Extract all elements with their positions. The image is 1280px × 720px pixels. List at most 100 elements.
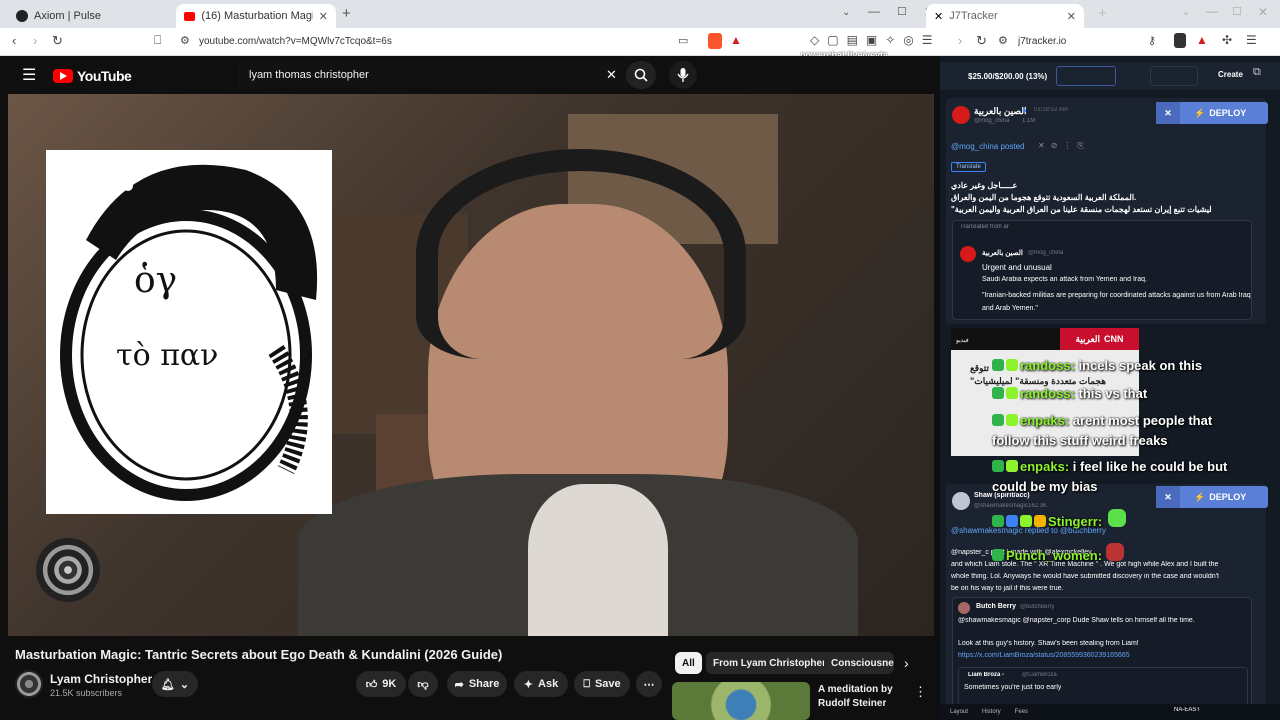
post-action-icons[interactable]: ✕⊘⋮⎘ (1038, 141, 1090, 151)
chevron-right-icon[interactable]: › (904, 655, 909, 671)
more-actions-button[interactable]: ⋯ (636, 671, 662, 697)
filter-chip-all[interactable]: All (675, 652, 702, 674)
chat-username: enpaks: (1020, 413, 1070, 428)
chat-badge-icon (1006, 515, 1018, 527)
rewards-icon[interactable]: ▲ (1196, 33, 1208, 47)
posted-label[interactable]: @mog_china posted (951, 142, 1025, 151)
clear-search-icon[interactable]: ✕ (606, 67, 617, 83)
bookmark-icon[interactable]: ⎕ (154, 33, 161, 48)
chip-label: From Lyam Christopher (713, 657, 826, 669)
arabic-line-3: "ميليشيات تتبع إيران تستعد لهجمات منسقة … (951, 205, 1211, 214)
quote-link[interactable]: https://x.com/LiamBroza/status/208559936… (958, 652, 1248, 659)
bookmark-icon: ⎕ (583, 677, 590, 690)
minimize-icon[interactable]: — (1206, 4, 1218, 18)
chat-username: randoss: (1020, 358, 1075, 373)
settings-toggle[interactable] (1150, 66, 1198, 86)
channel-avatar[interactable] (15, 670, 43, 698)
fees-button[interactable]: Fees (1015, 709, 1028, 715)
forward-icon[interactable]: › (33, 33, 37, 48)
extension-icons[interactable]: ◇▢▤▣✧◎☰ (810, 33, 941, 47)
translated-handle: @mog_china (1028, 250, 1064, 256)
share-button[interactable]: ➦ Share (447, 671, 507, 697)
forward-icon[interactable]: › (958, 33, 962, 48)
close-icon[interactable]: ✕ (1156, 102, 1180, 124)
channel-watermark-icon[interactable] (36, 538, 100, 602)
new-tab-icon[interactable]: + (1098, 5, 1107, 22)
dislike-button[interactable]: 👎︎ (408, 671, 438, 697)
maximize-icon[interactable]: ☐ (897, 5, 907, 18)
brave-shield-icon[interactable] (708, 33, 722, 49)
new-tab-icon[interactable]: + (342, 5, 351, 22)
search-box[interactable]: lyam thomas christopher ✕ (238, 62, 628, 88)
post-handle: @mog_china (974, 118, 1010, 124)
maximize-icon[interactable]: ☐ (1232, 5, 1242, 18)
reload-icon[interactable]: ↻ (976, 33, 987, 49)
menu-icon[interactable]: ☰ (1246, 33, 1257, 47)
tab-j7tracker[interactable]: ✕ J7Tracker ✕ (926, 4, 1084, 28)
hamburger-menu-icon[interactable]: ☰ (22, 65, 36, 85)
address-bar[interactable]: youtube.com/watch?v=MQWlv7cTcqo&t=6s (199, 36, 392, 47)
tab-axiom[interactable]: Axiom | Pulse (8, 4, 176, 28)
search-input[interactable]: lyam thomas christopher (249, 69, 369, 81)
shield-icon[interactable] (1174, 33, 1186, 48)
recommended-title-line2[interactable]: Rudolf Steiner (818, 698, 886, 709)
channel-name[interactable]: Lyam Christopher (50, 672, 152, 686)
right-toolbar: ◇▢▤▣✧◎☰ › ↻ ⚙ j7tracker.io ⚷ ▲ ✣ ☰ (810, 28, 1280, 56)
rewards-icon[interactable]: ▲ (730, 33, 742, 47)
filter-chip-consciousness[interactable]: Consciousne (824, 652, 894, 674)
tab-close-icon[interactable]: ✕ (1067, 10, 1076, 23)
notification-bell-button[interactable]: 🔔︎ ⌄ (152, 671, 198, 697)
extensions-icon[interactable]: ✣ (1222, 33, 1232, 47)
ask-button[interactable]: ✦ Ask (514, 671, 568, 697)
video-player[interactable]: ὁγ τὸ παν (8, 94, 934, 636)
translated-label: Translated from ar (960, 224, 1009, 230)
tab-search-icon[interactable]: ⌄ (1182, 7, 1190, 18)
site-info-icon[interactable]: ⚙ (180, 34, 190, 47)
cast-icon[interactable]: ▭ (678, 34, 688, 47)
deploy-button[interactable]: ✕ ⚡ DEPLOY (1156, 102, 1268, 124)
voice-search-button[interactable] (669, 61, 697, 89)
search-button[interactable] (626, 61, 656, 89)
back-icon[interactable]: ‹ (12, 33, 16, 48)
stack-icon[interactable]: ⧉ (1253, 66, 1261, 79)
arabic-line-1: عـــــاجل وغير عادي (951, 181, 1018, 190)
address-bar[interactable]: j7tracker.io (1018, 36, 1066, 47)
tab-close-icon[interactable]: ✕ (319, 10, 328, 23)
reload-icon[interactable]: ↻ (52, 33, 63, 49)
media-video-label: فيديو (956, 338, 969, 344)
recommended-thumbnail[interactable] (672, 682, 810, 720)
translated-line-2: Saudi Arabia expects an attack from Yeme… (982, 276, 1147, 283)
tab-search-icon[interactable]: ⌄ (842, 7, 850, 18)
minimize-icon[interactable]: — (868, 4, 880, 18)
post-author[interactable]: الصين بالعربية (974, 106, 1026, 117)
author-avatar[interactable] (952, 106, 970, 124)
translated-author: الصين بالعربية (982, 250, 1023, 257)
chat-message: enpaks: i feel like he could be but (992, 459, 1227, 474)
author-avatar[interactable] (952, 492, 970, 510)
history-button[interactable]: History (982, 709, 1001, 715)
tab-youtube[interactable]: (16) Masturbation Magic: Tan ✕ (176, 4, 336, 28)
site-info-icon[interactable]: ⚙ (998, 34, 1008, 47)
bell-icon: 🔔︎ (160, 678, 175, 691)
save-button[interactable]: ⎕ Save (574, 671, 630, 697)
filter-chip-channel[interactable]: From Lyam Christopher (706, 652, 833, 674)
chat-username: randoss: (1020, 386, 1075, 401)
deploy-button[interactable]: ✕ ⚡ DEPLOY (1156, 486, 1268, 508)
translate-button[interactable]: Translate (951, 162, 986, 172)
like-button[interactable]: 👍︎ 9K (356, 671, 406, 697)
nested-author: Liam Broza - (968, 672, 1005, 678)
save-label: Save (594, 678, 621, 690)
recommended-title-line1[interactable]: A meditation by (818, 684, 893, 695)
quote-handle: @butchberry (1020, 604, 1055, 610)
close-icon[interactable]: ✕ (1156, 486, 1180, 508)
key-icon[interactable]: ⚷ (1148, 34, 1156, 47)
cnn-logo: العربية CNN (1060, 328, 1139, 350)
axiom-favicon-icon (16, 10, 28, 22)
follower-count: 1.1M (1022, 118, 1036, 124)
layout-button[interactable]: Layout (950, 709, 968, 715)
wallet-button[interactable] (1056, 66, 1116, 86)
create-button[interactable]: Create (1218, 70, 1243, 79)
close-window-icon[interactable]: ✕ (1258, 5, 1268, 19)
recommended-more-icon[interactable]: ⋮ (914, 684, 927, 700)
youtube-logo[interactable]: YouTube (53, 68, 132, 84)
